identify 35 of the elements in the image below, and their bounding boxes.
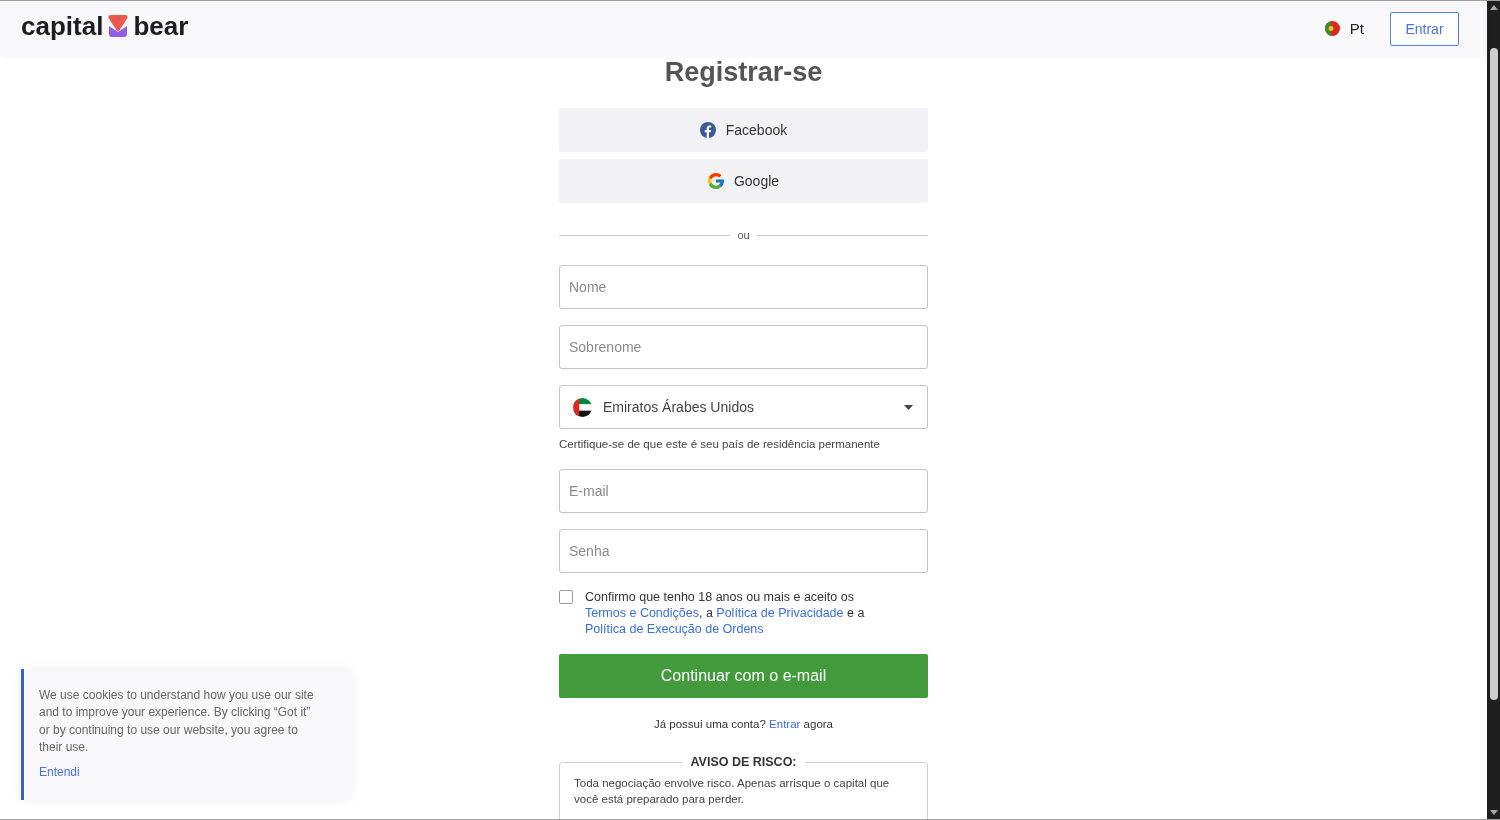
text-link[interactable]: Política de Execução de Ordens xyxy=(585,622,764,636)
scrollbar-thumb[interactable] xyxy=(1489,48,1498,700)
language-selector[interactable]: Pt xyxy=(1349,20,1364,37)
input-field[interactable]: Nome xyxy=(559,265,928,309)
text-link[interactable]: Termos e Condições xyxy=(585,606,699,620)
accept-button[interactable]: Entendi xyxy=(39,763,80,781)
divider-label: ou xyxy=(737,229,750,241)
risk-warning-title: AVISO DE RISCO: xyxy=(689,754,798,770)
heart-icon xyxy=(108,15,129,37)
page-title: Registrar-se xyxy=(663,56,824,88)
hint-text: Certifique-se de que este é seu país de residência permanente xyxy=(559,437,881,452)
text-link[interactable]: Política de Privacidade xyxy=(716,606,844,620)
logo-text: bear xyxy=(133,10,189,42)
input-field[interactable]: E-mail xyxy=(559,469,928,513)
login-button[interactable]: Entrar xyxy=(1390,11,1459,46)
login-prompt: Já possui uma conta? Entrar agora xyxy=(653,717,834,732)
social-login-button[interactable]: Google xyxy=(559,159,928,203)
country-select[interactable]: Emiratos Árabes Unidos xyxy=(559,385,928,429)
social-login-button[interactable]: Facebook xyxy=(559,108,928,152)
caret-icon xyxy=(904,404,913,410)
text-link[interactable]: Entrar xyxy=(769,718,801,730)
checkbox[interactable] xyxy=(559,590,573,604)
continue-button[interactable]: Continuar com o e-mail xyxy=(559,654,928,698)
google-icon xyxy=(707,173,724,189)
input-field[interactable]: Sobrenome xyxy=(559,325,928,369)
arrow-up-icon[interactable] xyxy=(1489,5,1498,10)
risk-warning-text: Toda negociação envolve risco. Apenas arrisque o capital que você está preparado para perder. xyxy=(574,776,891,807)
flag-icon xyxy=(573,397,592,417)
arrow-down-icon[interactable] xyxy=(1489,810,1498,815)
logo-text: capital xyxy=(21,10,104,42)
flag-icon xyxy=(1324,21,1340,36)
facebook-icon xyxy=(699,122,716,138)
consent-text: Confirmo que tenho 18 anos ou mais e aceito os Termos e Condições, a Política de Privacidade e a Política de Execução de Ordens xyxy=(585,589,866,637)
input-field[interactable]: Senha xyxy=(559,529,928,573)
cookie-text: We use cookies to understand how you use our site and to improve your experience. By clicking “Got it” or by continuing to use our website, you agree to their use. xyxy=(39,686,315,756)
